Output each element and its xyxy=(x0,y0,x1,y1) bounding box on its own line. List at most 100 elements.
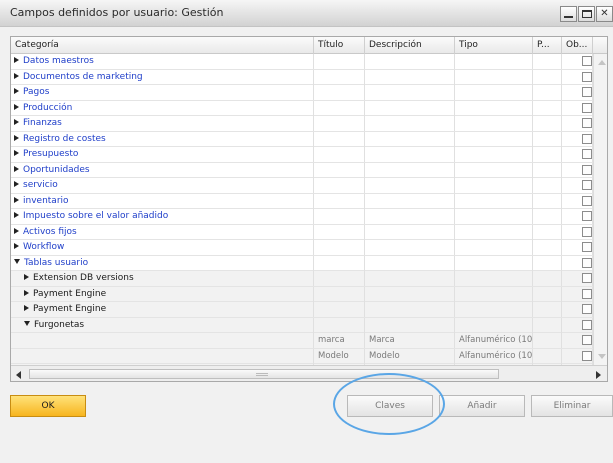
eliminar-button[interactable]: Eliminar xyxy=(531,395,613,417)
categoria-cell: Payment Engine xyxy=(11,302,314,317)
triangle-right-icon[interactable] xyxy=(14,72,19,79)
tree-row[interactable]: Payment Engine xyxy=(11,302,593,318)
ob-checkbox[interactable] xyxy=(582,149,592,159)
ob-checkbox[interactable] xyxy=(582,288,592,299)
triangle-right-icon[interactable] xyxy=(14,243,19,249)
column-header-ob[interactable]: Ob... xyxy=(562,37,593,54)
vertical-scrollbar[interactable] xyxy=(593,54,607,365)
maximize-button[interactable] xyxy=(578,6,595,22)
triangle-right-icon[interactable] xyxy=(14,212,19,218)
ob-checkbox[interactable] xyxy=(582,257,592,268)
scroll-down-icon[interactable] xyxy=(598,354,606,359)
tree-row[interactable]: Oportunidades xyxy=(11,162,593,178)
ob-checkbox[interactable] xyxy=(582,319,592,330)
tree-row[interactable]: Finanzas xyxy=(11,116,593,132)
triangle-right-icon[interactable] xyxy=(14,165,19,172)
triangle-down-icon[interactable] xyxy=(14,258,20,264)
ob-cell xyxy=(562,271,593,286)
ob-checkbox[interactable] xyxy=(582,133,592,144)
tree-row[interactable]: Extension DB versions xyxy=(11,271,593,287)
ob-checkbox[interactable] xyxy=(582,180,592,190)
ob-checkbox[interactable] xyxy=(582,211,592,221)
ob-cell xyxy=(562,348,593,364)
anadir-button[interactable]: Añadir xyxy=(439,395,525,417)
title-bar[interactable]: Campos definidos por usuario: Gestión ✕ xyxy=(0,0,613,27)
p-cell xyxy=(533,286,562,302)
tree-row[interactable]: Datos maestros xyxy=(11,54,593,70)
descripcion-cell xyxy=(365,162,455,178)
triangle-right-icon[interactable] xyxy=(14,181,19,187)
tree-row[interactable]: Payment Engine xyxy=(11,286,593,302)
triangle-right-icon[interactable] xyxy=(14,119,19,125)
ob-checkbox[interactable] xyxy=(582,87,592,97)
triangle-right-icon[interactable] xyxy=(14,196,19,203)
horizontal-scrollbar[interactable] xyxy=(11,365,607,381)
ob-checkbox[interactable] xyxy=(582,102,592,113)
p-cell xyxy=(533,255,562,271)
tree-row[interactable]: Producción xyxy=(11,100,593,116)
descripcion-cell xyxy=(365,224,455,240)
ob-cell xyxy=(562,286,593,302)
tree-row[interactable]: Registro de costes xyxy=(11,131,593,147)
triangle-right-icon[interactable] xyxy=(24,289,29,296)
column-header-tipo[interactable]: Tipo xyxy=(455,37,533,54)
close-button[interactable]: ✕ xyxy=(596,6,613,22)
p-cell xyxy=(533,317,562,333)
tree-item-label: Finanzas xyxy=(23,118,62,128)
tree-row[interactable]: Workflow xyxy=(11,240,593,256)
categoria-cell xyxy=(11,348,314,364)
tree-row[interactable]: servicio xyxy=(11,178,593,194)
p-cell xyxy=(533,209,562,224)
tree-row[interactable]: Impuesto sobre el valor añadido xyxy=(11,209,593,225)
ok-button[interactable]: OK xyxy=(10,395,86,417)
tree-row[interactable]: inventario xyxy=(11,193,593,209)
column-header-p[interactable]: P... xyxy=(533,37,562,54)
triangle-right-icon[interactable] xyxy=(14,103,19,110)
tree-row[interactable]: Activos fijos xyxy=(11,224,593,240)
categoria-cell: Payment Engine xyxy=(11,286,314,302)
tree-row[interactable]: Presupuesto xyxy=(11,147,593,163)
column-header-descripcion[interactable]: Descripción xyxy=(365,37,455,54)
minimize-button[interactable] xyxy=(560,6,577,22)
triangle-right-icon[interactable] xyxy=(14,57,19,63)
descripcion-cell xyxy=(365,240,455,255)
ob-checkbox[interactable] xyxy=(582,226,592,237)
triangle-right-icon[interactable] xyxy=(24,305,29,311)
ob-checkbox[interactable] xyxy=(582,304,592,314)
ob-checkbox[interactable] xyxy=(582,56,592,66)
tree-item-label: inventario xyxy=(23,195,69,206)
field-row[interactable]: marca Marca Alfanumérico (10 xyxy=(11,333,593,349)
ob-checkbox[interactable] xyxy=(582,350,592,361)
triangle-right-icon[interactable] xyxy=(24,274,29,280)
ob-checkbox[interactable] xyxy=(582,242,592,252)
ob-checkbox[interactable] xyxy=(582,71,592,82)
tree-row[interactable]: Furgonetas xyxy=(11,317,593,333)
scroll-up-icon[interactable] xyxy=(598,60,606,65)
descripcion-cell: Modelo xyxy=(365,348,455,364)
tree-item-label: Furgonetas xyxy=(34,319,85,330)
ob-checkbox[interactable] xyxy=(582,164,592,175)
field-row[interactable]: Modelo Modelo Alfanumérico (10 xyxy=(11,348,593,364)
categoria-cell: Documentos de marketing xyxy=(11,69,314,85)
ob-checkbox[interactable] xyxy=(582,195,592,206)
ob-checkbox[interactable] xyxy=(582,273,592,283)
ob-cell xyxy=(562,209,593,224)
tipo-cell: Alfanumérico (10 xyxy=(455,333,533,348)
ob-cell xyxy=(562,100,593,116)
tree-row[interactable]: Documentos de marketing xyxy=(11,69,593,85)
triangle-right-icon[interactable] xyxy=(14,134,19,141)
ob-checkbox[interactable] xyxy=(582,118,592,128)
horizontal-scroll-thumb[interactable] xyxy=(29,369,499,379)
triangle-right-icon[interactable] xyxy=(14,150,19,156)
column-header-titulo[interactable]: Título xyxy=(314,37,365,54)
triangle-right-icon[interactable] xyxy=(14,88,19,94)
triangle-right-icon[interactable] xyxy=(14,227,19,234)
scroll-right-icon[interactable] xyxy=(596,371,601,379)
tree-row[interactable]: Tablas usuario xyxy=(11,255,593,271)
column-header-categoria[interactable]: Categoría xyxy=(11,37,314,54)
descripcion-cell xyxy=(365,302,455,317)
tree-row[interactable]: Pagos xyxy=(11,85,593,101)
scroll-left-icon[interactable] xyxy=(16,371,21,379)
triangle-down-icon[interactable] xyxy=(24,320,30,326)
ob-checkbox[interactable] xyxy=(582,335,592,345)
